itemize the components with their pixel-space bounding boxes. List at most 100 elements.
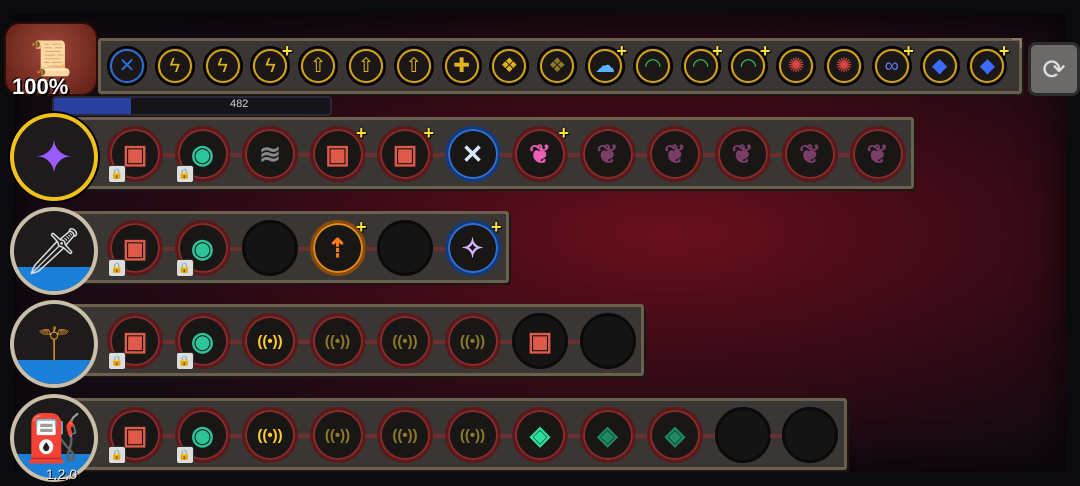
purple-leaf-icon[interactable]: ❦: [849, 126, 906, 182]
signal-dim-icon[interactable]: ((•)): [377, 313, 433, 369]
blue-diamond-icon[interactable]: ◆: [919, 46, 960, 86]
red-swirl-icon[interactable]: ✺: [824, 46, 864, 86]
red-box-locked-icon[interactable]: ▣ 🔒: [107, 220, 163, 277]
arrow-up-yellow-icon[interactable]: ⇧: [346, 46, 386, 86]
signal-dim-icon[interactable]: ((•)): [377, 407, 433, 463]
purple-leaf-icon[interactable]: ❦: [714, 126, 771, 182]
lock-icon: 🔒: [108, 259, 126, 277]
slot-glyph: ▣: [122, 325, 148, 356]
slot-glyph: ✧: [461, 232, 484, 263]
empty-icon[interactable]: [579, 313, 636, 369]
slot-glyph: ((•)): [257, 332, 283, 350]
slot-glyph: ◈: [530, 419, 550, 450]
shield-rune-yellow-icon[interactable]: ❖: [489, 46, 530, 86]
slot-glyph: ❦: [596, 138, 619, 169]
perk-glyph: ϟ: [169, 55, 181, 77]
red-box-locked-icon[interactable]: ▣ 🔒: [107, 126, 163, 183]
plus-icon: +: [712, 41, 723, 61]
slot-glyph: ◈: [597, 419, 618, 450]
red-box-plus-icon[interactable]: ▣ +: [309, 123, 367, 182]
staff-weapon-icon[interactable]: ⚚: [10, 300, 98, 388]
top-perk-bar-corner: [1012, 38, 1022, 48]
purple-sparkle-plus-icon[interactable]: ✧ +: [444, 217, 502, 276]
infinity-plus-icon[interactable]: ∞ +: [871, 42, 914, 86]
plus-icon: +: [355, 123, 367, 143]
slot-glyph: ≋: [259, 138, 281, 169]
sword-weapon-icon[interactable]: 🗡: [10, 207, 98, 295]
weapon-glyph: ⚚: [33, 318, 75, 370]
lock-icon: 🔒: [108, 352, 126, 370]
arrow-up-yellow-icon[interactable]: ⇧: [393, 46, 434, 86]
weapon-row-staff-weapon: ▣ 🔒 ◉ 🔒 ((•)) ((•)) ((•)) ((•)) ▣: [58, 304, 644, 376]
lightning-yellow-icon[interactable]: ϟ: [154, 46, 195, 86]
slot-glyph: ((•)): [324, 426, 351, 444]
green-gem-icon[interactable]: ◈: [512, 407, 568, 463]
red-box-locked-icon[interactable]: ▣ 🔒: [107, 313, 163, 370]
slot-glyph: ((•)): [324, 332, 351, 350]
claw-marks-icon[interactable]: ≋: [242, 126, 298, 182]
lock-icon: 🔒: [108, 446, 126, 464]
lock-icon: 🔒: [175, 446, 194, 464]
signal-dim-icon[interactable]: ((•)): [309, 313, 366, 369]
empty-icon[interactable]: [714, 407, 771, 463]
orange-split-arrows-plus-icon[interactable]: ⇡ +: [309, 217, 367, 276]
plus-icon: +: [903, 41, 914, 61]
slot-glyph: ((•)): [257, 426, 283, 444]
blue-diamond-plus-icon[interactable]: ◆ +: [967, 42, 1009, 86]
green-orb-locked-icon[interactable]: ◉ 🔒: [174, 126, 231, 183]
green-arc-icon[interactable]: ◠: [632, 46, 673, 86]
xp-progress-fill: [54, 98, 132, 114]
perk-glyph: ✕: [118, 55, 136, 77]
perk-glyph: ◠: [739, 55, 758, 77]
weapon-glyph: ⛽: [25, 411, 83, 464]
perk-glyph: ◠: [691, 55, 710, 77]
crystal-weapon-icon[interactable]: ✦: [10, 113, 98, 201]
lightning-yellow-plus-icon[interactable]: ϟ +: [250, 42, 292, 86]
signal-dim-icon[interactable]: ((•)): [444, 313, 501, 369]
red-box-icon[interactable]: ▣: [512, 313, 568, 369]
refresh-icon[interactable]: ⟳: [1028, 42, 1080, 96]
slot-glyph: ▣: [325, 138, 350, 169]
signal-bright-icon[interactable]: ((•)): [242, 313, 298, 369]
lightning-yellow-icon[interactable]: ϟ: [202, 46, 243, 86]
crossed-arrows-blue-icon[interactable]: ✕: [444, 126, 501, 182]
slot-glyph: ✕: [461, 138, 484, 169]
green-arc-plus-icon[interactable]: ◠ +: [728, 42, 770, 86]
purple-leaf-icon[interactable]: ❦: [647, 126, 703, 182]
cross-rune-yellow-icon[interactable]: ✚: [441, 46, 482, 86]
red-box-plus-icon[interactable]: ▣ +: [377, 123, 434, 182]
signal-dim-icon[interactable]: ((•)): [444, 407, 501, 463]
ghost-blue-plus-icon[interactable]: ☁ +: [585, 42, 627, 86]
empty-icon[interactable]: [242, 220, 298, 276]
purple-leaf-icon[interactable]: ❦: [579, 126, 636, 182]
signal-dim-icon[interactable]: ((•)): [309, 407, 366, 463]
purple-leaf-icon[interactable]: ❦: [782, 126, 838, 182]
perk-glyph: ☁: [595, 55, 615, 77]
xp-value-label: 482: [230, 98, 249, 110]
perk-glyph: ✚: [453, 55, 470, 77]
red-swirl-icon[interactable]: ✺: [776, 46, 817, 86]
perk-glyph: ◆: [931, 55, 948, 77]
crossed-arrows-blue-icon[interactable]: ✕: [107, 46, 147, 86]
green-orb-locked-icon[interactable]: ◉ 🔒: [174, 220, 231, 277]
slot-glyph: ◈: [665, 419, 685, 450]
pink-leaf-plus-icon[interactable]: ❦ +: [512, 123, 569, 182]
red-box-locked-icon[interactable]: ▣ 🔒: [107, 407, 163, 464]
green-arc-plus-icon[interactable]: ◠ +: [680, 42, 723, 86]
empty-icon[interactable]: [782, 407, 838, 463]
slot-glyph: ❦: [664, 138, 686, 169]
green-gem-dim-icon[interactable]: ◈: [647, 407, 703, 463]
lock-icon: 🔒: [175, 165, 194, 183]
shield-rune-dim-icon[interactable]: ❖: [537, 46, 578, 86]
plus-icon: +: [998, 41, 1010, 61]
empty-icon[interactable]: [377, 220, 433, 276]
lock-icon: 🔒: [108, 165, 126, 183]
plus-icon: +: [558, 123, 569, 143]
green-orb-locked-icon[interactable]: ◉ 🔒: [174, 313, 231, 370]
green-gem-dim-icon[interactable]: ◈: [579, 407, 636, 463]
weapon-row-crystal-weapon: ▣ 🔒 ◉ 🔒 ≋ ▣ + ▣ + ✕ ❦ + ❦ ❦ ❦ ❦ ❦: [58, 117, 914, 189]
perk-glyph: ϟ: [265, 55, 276, 77]
green-orb-locked-icon[interactable]: ◉ 🔒: [174, 407, 231, 464]
arrow-up-yellow-icon[interactable]: ⇧: [298, 46, 339, 86]
signal-bright-icon[interactable]: ((•)): [242, 407, 298, 463]
